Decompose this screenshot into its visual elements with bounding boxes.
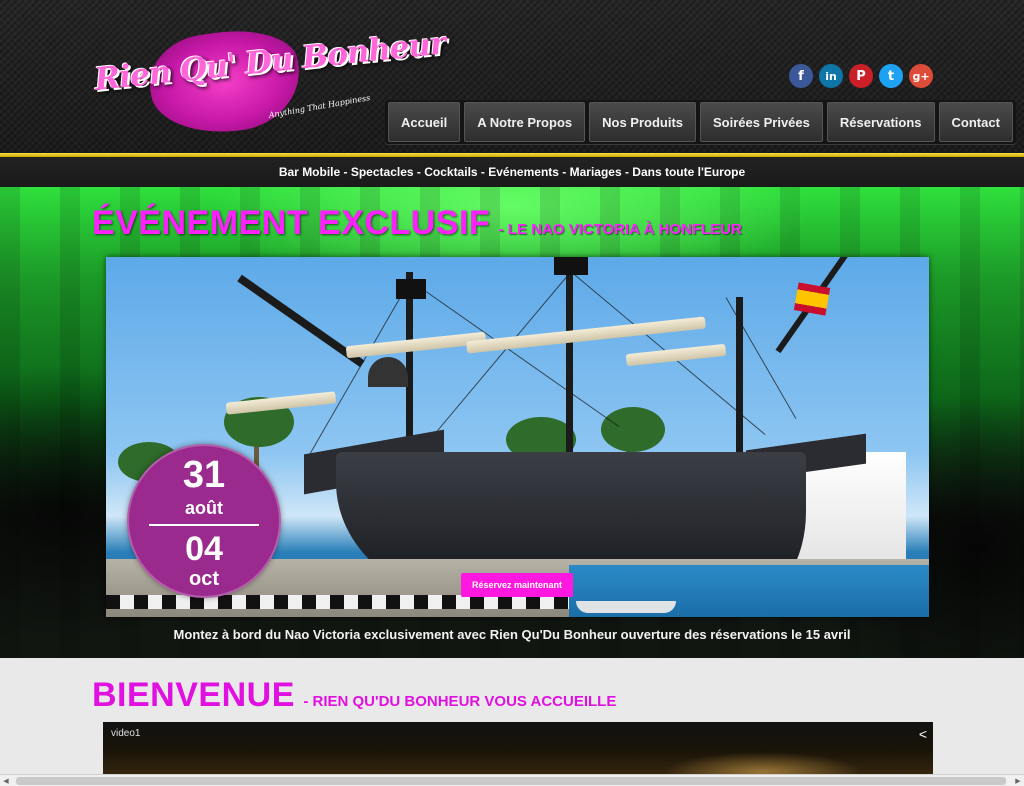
scrollbar-thumb[interactable] bbox=[16, 777, 1006, 785]
pinterest-icon[interactable]: P bbox=[849, 64, 873, 88]
hero-section: ÉVÉNEMENT EXCLUSIF - LE NAO VICTORIA À H… bbox=[0, 187, 1024, 658]
reserve-now-button[interactable]: Réservez maintenant bbox=[461, 573, 573, 597]
linkedin-icon[interactable]: in bbox=[819, 64, 843, 88]
tagline-bar: Bar Mobile - Spectacles - Cocktails - Ev… bbox=[0, 157, 1024, 187]
video-title: video1 bbox=[111, 728, 141, 739]
welcome-section: BIENVENUE - RIEN QU'DU BONHEUR VOUS ACCU… bbox=[0, 658, 1024, 780]
social-links: f in P t g+ bbox=[789, 64, 933, 88]
site-logo[interactable]: Rien Qu' Du Bonheur Anything That Happin… bbox=[88, 22, 447, 142]
hero-heading: ÉVÉNEMENT EXCLUSIF - LE NAO VICTORIA À H… bbox=[92, 204, 742, 243]
services-tagline: Bar Mobile - Spectacles - Cocktails - Ev… bbox=[278, 165, 746, 179]
start-month: août bbox=[185, 498, 223, 518]
date-divider bbox=[149, 524, 259, 526]
nav-item-reservations[interactable]: Réservations bbox=[826, 102, 935, 142]
share-icon[interactable]: < bbox=[919, 726, 927, 742]
twitter-icon[interactable]: t bbox=[879, 64, 903, 88]
nav-item-nos-produits[interactable]: Nos Produits bbox=[589, 102, 697, 142]
facebook-icon[interactable]: f bbox=[789, 64, 813, 88]
nav-item-a-notre-propos[interactable]: A Notre Propos bbox=[464, 102, 586, 142]
hero-subtitle: - LE NAO VICTORIA À HONFLEUR bbox=[498, 221, 742, 238]
hero-title: ÉVÉNEMENT EXCLUSIF bbox=[92, 204, 491, 242]
main-nav: Accueil A Notre Propos Nos Produits Soir… bbox=[385, 100, 1016, 144]
spain-flag bbox=[793, 282, 831, 316]
end-day: 04 bbox=[185, 530, 223, 568]
welcome-subtitle: - RIEN QU'DU BONHEUR VOUS ACCUEILLE bbox=[303, 693, 617, 710]
welcome-title: BIENVENUE bbox=[92, 676, 295, 714]
welcome-heading: BIENVENUE - RIEN QU'DU BONHEUR VOUS ACCU… bbox=[92, 676, 616, 715]
nav-item-contact[interactable]: Contact bbox=[938, 102, 1013, 142]
nav-item-soirees-privees[interactable]: Soirées Privées bbox=[700, 102, 823, 142]
hero-caption: Montez à bord du Nao Victoria exclusivem… bbox=[173, 627, 851, 642]
site-header: Rien Qu' Du Bonheur Anything That Happin… bbox=[0, 0, 1024, 154]
horizontal-scrollbar[interactable]: ◀ ▶ bbox=[0, 774, 1024, 786]
scroll-left-icon[interactable]: ◀ bbox=[0, 775, 12, 786]
googleplus-icon[interactable]: g+ bbox=[909, 64, 933, 88]
scroll-right-icon[interactable]: ▶ bbox=[1012, 775, 1024, 786]
event-date-badge: 31 août 04 oct bbox=[127, 444, 281, 598]
video-player[interactable]: video1 < bbox=[103, 722, 933, 780]
end-month: oct bbox=[189, 568, 219, 590]
nav-item-accueil[interactable]: Accueil bbox=[388, 102, 461, 142]
start-day: 31 bbox=[182, 454, 226, 496]
